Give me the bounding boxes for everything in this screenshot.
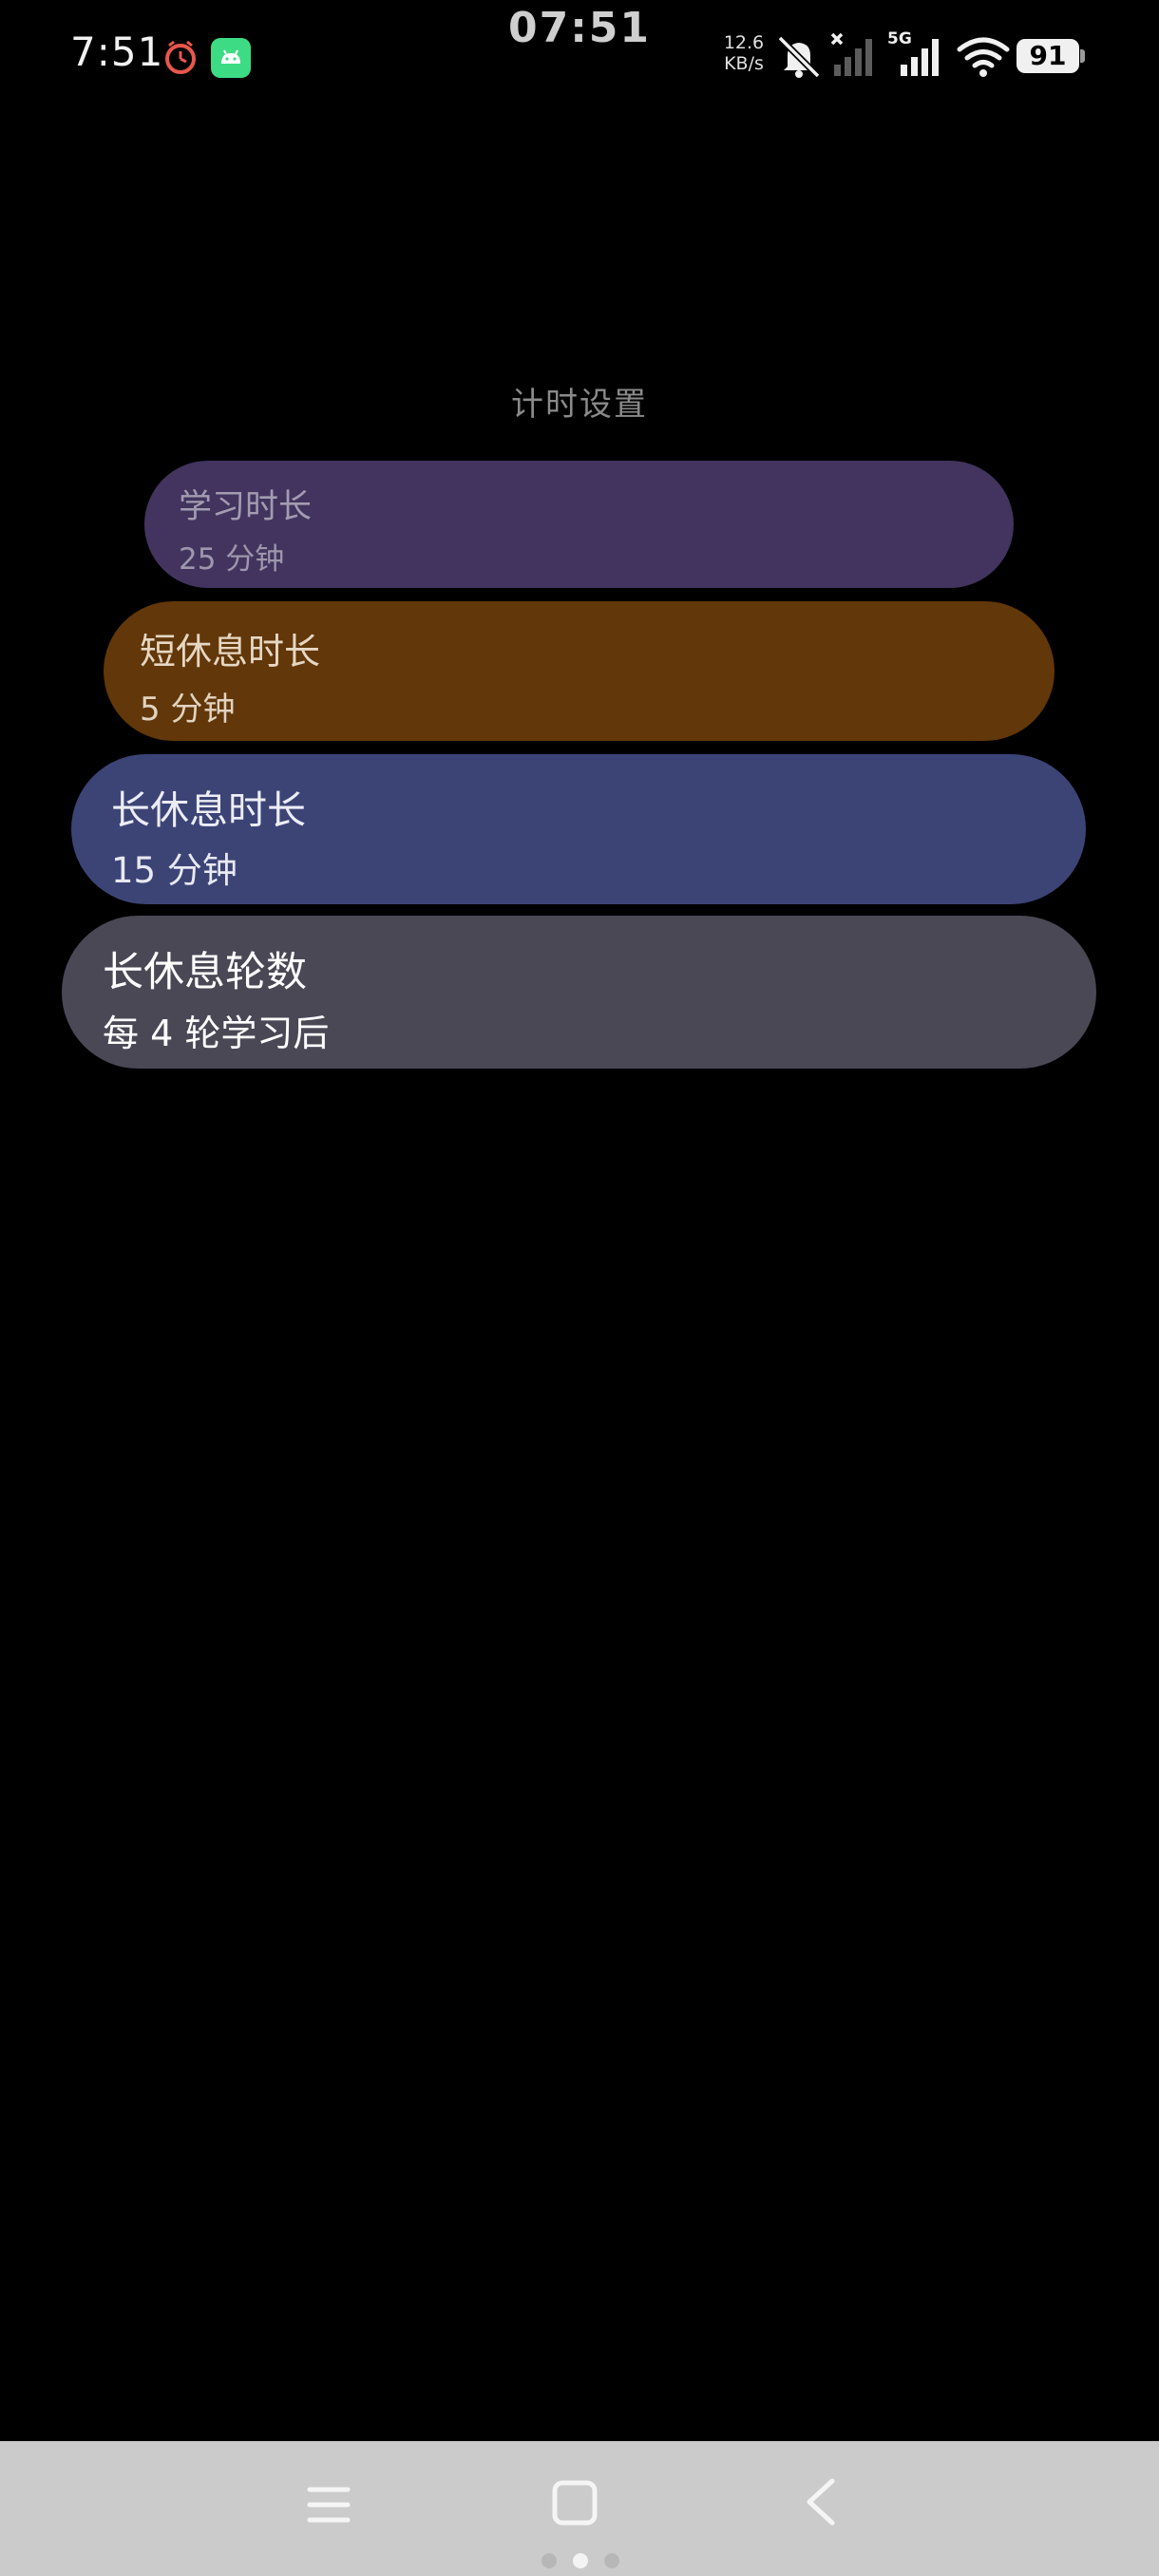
sim-5g-signal-icon: 5G bbox=[887, 30, 939, 76]
long-break-value: 15 分钟 bbox=[111, 850, 238, 891]
status-bar: 7:51 07:51 12.6 KB/s 5G 91 bbox=[0, 0, 1159, 114]
short-break-card[interactable]: 短休息时长 5 分钟 bbox=[104, 601, 1054, 741]
short-break-label: 短休息时长 bbox=[140, 631, 321, 672]
page-dot-active bbox=[573, 2553, 588, 2568]
long-break-rounds-card[interactable]: 长休息轮数 每 4 轮学习后 bbox=[62, 916, 1096, 1069]
study-duration-value: 25 分钟 bbox=[179, 542, 285, 577]
short-break-value: 5 分钟 bbox=[140, 691, 236, 729]
network-speed-value: 12.6 bbox=[723, 32, 765, 53]
page-dot bbox=[542, 2553, 557, 2568]
network-speed-unit: KB/s bbox=[724, 53, 764, 74]
study-duration-label: 学习时长 bbox=[179, 488, 313, 526]
wifi-icon bbox=[957, 37, 1010, 77]
network-speed: 12.6 KB/s bbox=[717, 32, 770, 74]
battery-icon: 91 bbox=[1016, 39, 1079, 73]
long-break-rounds-value: 每 4 轮学习后 bbox=[103, 1013, 330, 1054]
page-indicator bbox=[538, 2551, 623, 2570]
battery-tip bbox=[1080, 49, 1085, 63]
back-icon[interactable] bbox=[798, 2475, 844, 2529]
home-icon[interactable] bbox=[549, 2475, 600, 2529]
navigation-bar bbox=[0, 2441, 1159, 2576]
long-break-label: 长休息时长 bbox=[111, 787, 306, 833]
svg-text:5G: 5G bbox=[887, 30, 912, 48]
long-break-card[interactable]: 长休息时长 15 分钟 bbox=[71, 754, 1086, 904]
sim-no-signal-icon bbox=[830, 32, 872, 76]
mute-icon bbox=[777, 35, 821, 79]
long-break-rounds-label: 长休息轮数 bbox=[103, 949, 307, 996]
study-duration-card[interactable]: 学习时长 25 分钟 bbox=[144, 461, 1014, 588]
page-dot bbox=[604, 2553, 619, 2568]
menu-icon[interactable] bbox=[304, 2481, 353, 2529]
page-title: 计时设置 bbox=[511, 386, 648, 424]
